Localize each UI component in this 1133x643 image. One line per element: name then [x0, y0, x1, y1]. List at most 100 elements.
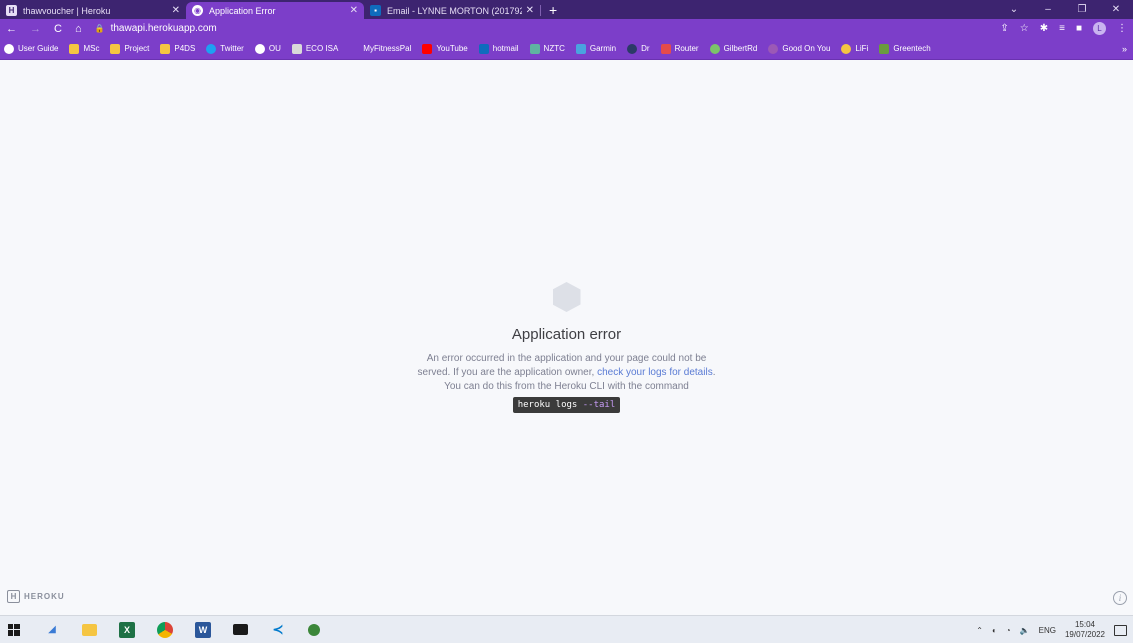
check-logs-link[interactable]: check your logs for details	[597, 367, 713, 378]
tab-separator	[540, 5, 541, 16]
back-icon[interactable]: ←	[6, 23, 17, 35]
excel-icon[interactable]: X	[119, 621, 135, 638]
notification-icon[interactable]	[1114, 624, 1127, 636]
gilbert-icon	[709, 43, 720, 54]
bookmark-label: ECO ISA	[305, 44, 339, 53]
terminal-icon[interactable]	[233, 624, 248, 635]
profile-avatar[interactable]: L	[1093, 22, 1106, 35]
router-icon	[660, 43, 671, 54]
error-line-2: served. If you are the application owner…	[380, 366, 753, 380]
clock-date: 19/07/2022	[1064, 630, 1105, 639]
close-window-icon[interactable]: ✕	[1099, 4, 1133, 15]
bookmark-hotmail[interactable]: hotmail	[478, 43, 519, 54]
close-icon[interactable]: ✕	[350, 5, 358, 16]
bookmark-label: OU	[268, 44, 281, 53]
window-controls: ⌄ – ❐ ✕	[997, 0, 1133, 19]
share-icon[interactable]: ⇪	[1000, 23, 1008, 34]
bookmark-label: YouTube	[436, 44, 468, 53]
folder-icon	[110, 43, 121, 54]
heroku-logo[interactable]: H HEROKU	[7, 590, 65, 603]
reload-icon[interactable]: C	[54, 23, 62, 35]
bookmark-p4ds[interactable]: P4DS	[160, 43, 195, 54]
bookmark-router[interactable]: Router	[660, 43, 699, 54]
minimize-icon[interactable]: –	[1031, 4, 1065, 15]
bookmark-twitter[interactable]: Twitter	[206, 43, 244, 54]
bookmark-lifi[interactable]: LiFi	[841, 43, 868, 54]
reading-list-icon[interactable]: ≡	[1059, 23, 1065, 34]
tab-title: thawvoucher | Heroku	[23, 5, 111, 16]
error-line-3: You can do this from the Heroku CLI with…	[444, 381, 689, 392]
tab-title: Email - LYNNE MORTON (201792	[387, 5, 522, 16]
page-content: Application error An error occurred in t…	[0, 60, 1133, 615]
side-panel-icon[interactable]: ■	[1076, 23, 1082, 34]
bookmark-greentech[interactable]: Greentech	[879, 43, 931, 54]
bookmark-myfitnesspal[interactable]: MyFitnessPal	[349, 43, 412, 54]
network-icon[interactable]: ◔	[1006, 626, 1011, 635]
tab-email[interactable]: ▪ Email - LYNNE MORTON (201792 ✕	[364, 2, 540, 19]
toolbar-icons: ⇪ ☆ ✱ ≡ ■ L ⋮	[1000, 22, 1127, 35]
volume-icon[interactable]: 🔈	[1020, 626, 1030, 635]
bookmark-eco-isa[interactable]: ECO ISA	[291, 43, 339, 54]
extensions-icon[interactable]: ✱	[1040, 23, 1048, 34]
menu-icon[interactable]: ⋮	[1117, 23, 1127, 34]
app-tray-icon[interactable]: ◐	[992, 626, 997, 635]
bookmark-ou[interactable]: OU	[254, 43, 281, 54]
tab-search-icon[interactable]: ⌄	[997, 4, 1031, 15]
bookmark-label: NZTC	[543, 44, 565, 53]
language-indicator[interactable]: ENG	[1039, 626, 1056, 635]
garmin-icon	[575, 43, 586, 54]
nztc-icon	[529, 43, 540, 54]
bookmark-label: MyFitnessPal	[363, 44, 412, 53]
node-icon[interactable]	[308, 623, 320, 636]
tab-application-error[interactable]: ◉ Application Error ✕	[186, 2, 364, 19]
chevron-up-icon[interactable]: ⌃	[976, 626, 983, 635]
bookmark-garmin[interactable]: Garmin	[575, 43, 617, 54]
file-explorer-icon[interactable]	[82, 623, 97, 636]
lock-icon[interactable]: 🔒	[95, 24, 105, 33]
folder-icon	[69, 43, 80, 54]
home-icon[interactable]: ⌂	[75, 23, 82, 35]
bookmark-good-on-you[interactable]: Good On You	[768, 43, 830, 54]
close-icon[interactable]: ✕	[526, 5, 534, 16]
close-icon[interactable]: ✕	[172, 5, 180, 16]
search-icon[interactable]: ◢	[44, 622, 60, 638]
bookmark-youtube[interactable]: YouTube	[422, 43, 468, 54]
more-bookmarks-icon[interactable]: »	[1122, 44, 1127, 54]
heroku-logo-text: HEROKU	[24, 592, 65, 601]
globe-icon	[254, 43, 265, 54]
bookmark-msc[interactable]: MSc	[69, 43, 99, 54]
tab-thawvoucher-heroku[interactable]: H thawvoucher | Heroku ✕	[0, 2, 186, 19]
bookmark-label: User Guide	[18, 44, 59, 53]
error-line-2-text: served. If you are the application owner…	[417, 367, 598, 378]
bookmark-label: hotmail	[492, 44, 519, 53]
new-tab-button[interactable]: +	[549, 2, 557, 18]
error-line-2-end: .	[712, 367, 716, 378]
forward-icon[interactable]: →	[30, 23, 41, 35]
outlook-icon: ▪	[370, 5, 381, 16]
url-field[interactable]: 🔒 thawapi.herokuapp.com	[95, 21, 1001, 36]
bookmark-label: Dr	[641, 44, 650, 53]
bookmark-label: Garmin	[589, 44, 617, 53]
bookmark-label: GilbertRd	[723, 44, 758, 53]
bookmark-nztc[interactable]: NZTC	[529, 43, 565, 54]
bookmark-project[interactable]: Project	[110, 43, 149, 54]
bookmark-user-guide[interactable]: User Guide	[4, 43, 59, 54]
info-icon[interactable]: i	[1113, 591, 1127, 605]
clock[interactable]: 15:04 19/07/2022	[1065, 620, 1105, 640]
eco-icon	[291, 43, 302, 54]
bookmark-dr[interactable]: Dr	[627, 43, 650, 54]
globe-icon	[4, 43, 14, 54]
error-panel: Application error An error occurred in t…	[380, 282, 753, 413]
chrome-icon[interactable]	[157, 621, 173, 638]
windows-start-icon[interactable]	[6, 622, 22, 638]
vscode-icon[interactable]: ≺	[270, 621, 286, 638]
restore-icon[interactable]: ❐	[1065, 4, 1099, 15]
bookmarks-bar: User Guide MSc Project P4DS Twitter OU E…	[0, 38, 1133, 60]
word-icon[interactable]: W	[195, 621, 211, 638]
heroku-mark-icon: H	[7, 590, 20, 603]
clock-time: 15:04	[1074, 620, 1095, 629]
globe-icon: ◉	[192, 5, 203, 16]
bookmark-gilbertrd[interactable]: GilbertRd	[709, 43, 758, 54]
bookmark-label: Greentech	[893, 44, 931, 53]
bookmark-star-icon[interactable]: ☆	[1020, 23, 1029, 34]
